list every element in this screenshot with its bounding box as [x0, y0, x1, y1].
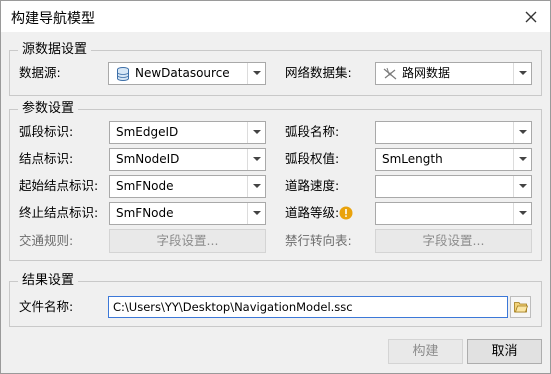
- from-node-value: SmFNode: [116, 179, 174, 193]
- chevron-down-icon: [253, 157, 261, 161]
- database-icon: [117, 67, 129, 81]
- chevron-down-icon: [253, 211, 261, 215]
- node-id-value: SmNodeID: [116, 152, 180, 166]
- chevron-down-icon: [519, 184, 527, 188]
- chevron-down-icon: [519, 71, 527, 75]
- edge-id-label: 弧段标识:: [19, 124, 74, 139]
- edge-id-select[interactable]: SmEdgeID: [109, 121, 266, 144]
- edge-name-label: 弧段名称:: [285, 124, 340, 139]
- datasource-select[interactable]: NewDatasource: [108, 62, 266, 85]
- edge-weight-label: 弧段权值:: [285, 151, 340, 166]
- file-path-input[interactable]: C:\Users\YY\Desktop\NavigationModel.ssc: [108, 296, 508, 318]
- network-dataset-dropdown-arrow[interactable]: [513, 63, 531, 84]
- network-dataset-value: 路网数据: [402, 66, 451, 80]
- chevron-down-icon: [519, 157, 527, 161]
- close-icon: [525, 11, 537, 23]
- node-id-label: 结点标识:: [19, 151, 74, 166]
- to-node-select[interactable]: SmFNode: [109, 202, 266, 225]
- to-node-value: SmFNode: [116, 206, 174, 220]
- chevron-down-icon: [519, 130, 527, 134]
- dialog-title: 构建导航模型: [11, 11, 95, 27]
- chevron-down-icon: [519, 211, 527, 215]
- folder-open-icon: [514, 302, 528, 313]
- to-node-dropdown-arrow[interactable]: [247, 203, 265, 224]
- edge-id-value: SmEdgeID: [116, 125, 179, 139]
- node-id-select[interactable]: SmNodeID: [109, 148, 266, 171]
- datasource-value: NewDatasource: [135, 66, 230, 80]
- source-data-group-title: 源数据设置: [18, 41, 92, 59]
- file-path-value: C:\Users\YY\Desktop\NavigationModel.ssc: [113, 300, 353, 314]
- datasource-label: 数据源:: [19, 65, 61, 80]
- title-bar: 构建导航模型: [1, 1, 550, 32]
- road-speed-label: 道路速度:: [285, 178, 340, 193]
- from-node-select[interactable]: SmFNode: [109, 175, 266, 198]
- chevron-down-icon: [253, 71, 261, 75]
- browse-folder-button[interactable]: [510, 296, 531, 318]
- road-level-label: 道路等级:: [285, 205, 340, 220]
- from-node-dropdown-arrow[interactable]: [247, 176, 265, 197]
- road-speed-select[interactable]: [375, 175, 532, 198]
- edge-weight-dropdown-arrow[interactable]: [513, 149, 531, 170]
- file-name-label: 文件名称:: [19, 299, 74, 314]
- edge-id-dropdown-arrow[interactable]: [247, 122, 265, 143]
- node-id-dropdown-arrow[interactable]: [247, 149, 265, 170]
- build-button[interactable]: 构建: [388, 339, 463, 364]
- parameter-group-title: 参数设置: [18, 100, 79, 118]
- warning-icon: [339, 206, 353, 220]
- road-level-dropdown-arrow[interactable]: [513, 203, 531, 224]
- turn-table-field-settings-button[interactable]: 字段设置...: [375, 229, 532, 253]
- edge-name-select[interactable]: [375, 121, 532, 144]
- edge-weight-select[interactable]: SmLength: [375, 148, 532, 171]
- turn-table-label: 禁行转向表:: [285, 233, 352, 248]
- edge-name-dropdown-arrow[interactable]: [513, 122, 531, 143]
- cancel-button[interactable]: 取消: [467, 339, 542, 364]
- network-dataset-select[interactable]: 路网数据: [375, 62, 532, 85]
- datasource-dropdown-arrow[interactable]: [247, 63, 265, 84]
- network-dataset-icon: [383, 67, 397, 80]
- chevron-down-icon: [253, 184, 261, 188]
- to-node-label: 终止结点标识:: [19, 205, 99, 220]
- result-group-title: 结果设置: [18, 272, 79, 290]
- network-dataset-label: 网络数据集:: [285, 65, 352, 80]
- traffic-rule-field-settings-button[interactable]: 字段设置...: [109, 229, 266, 253]
- close-button[interactable]: [520, 6, 542, 28]
- chevron-down-icon: [253, 130, 261, 134]
- road-level-select[interactable]: [375, 202, 532, 225]
- build-navigation-model-dialog: 构建导航模型 源数据设置 数据源: NewDatasource 网络数据集: 路…: [0, 0, 551, 374]
- edge-weight-value: SmLength: [382, 152, 443, 166]
- road-speed-dropdown-arrow[interactable]: [513, 176, 531, 197]
- traffic-rule-label: 交通规则:: [19, 233, 74, 248]
- from-node-label: 起始结点标识:: [19, 178, 99, 193]
